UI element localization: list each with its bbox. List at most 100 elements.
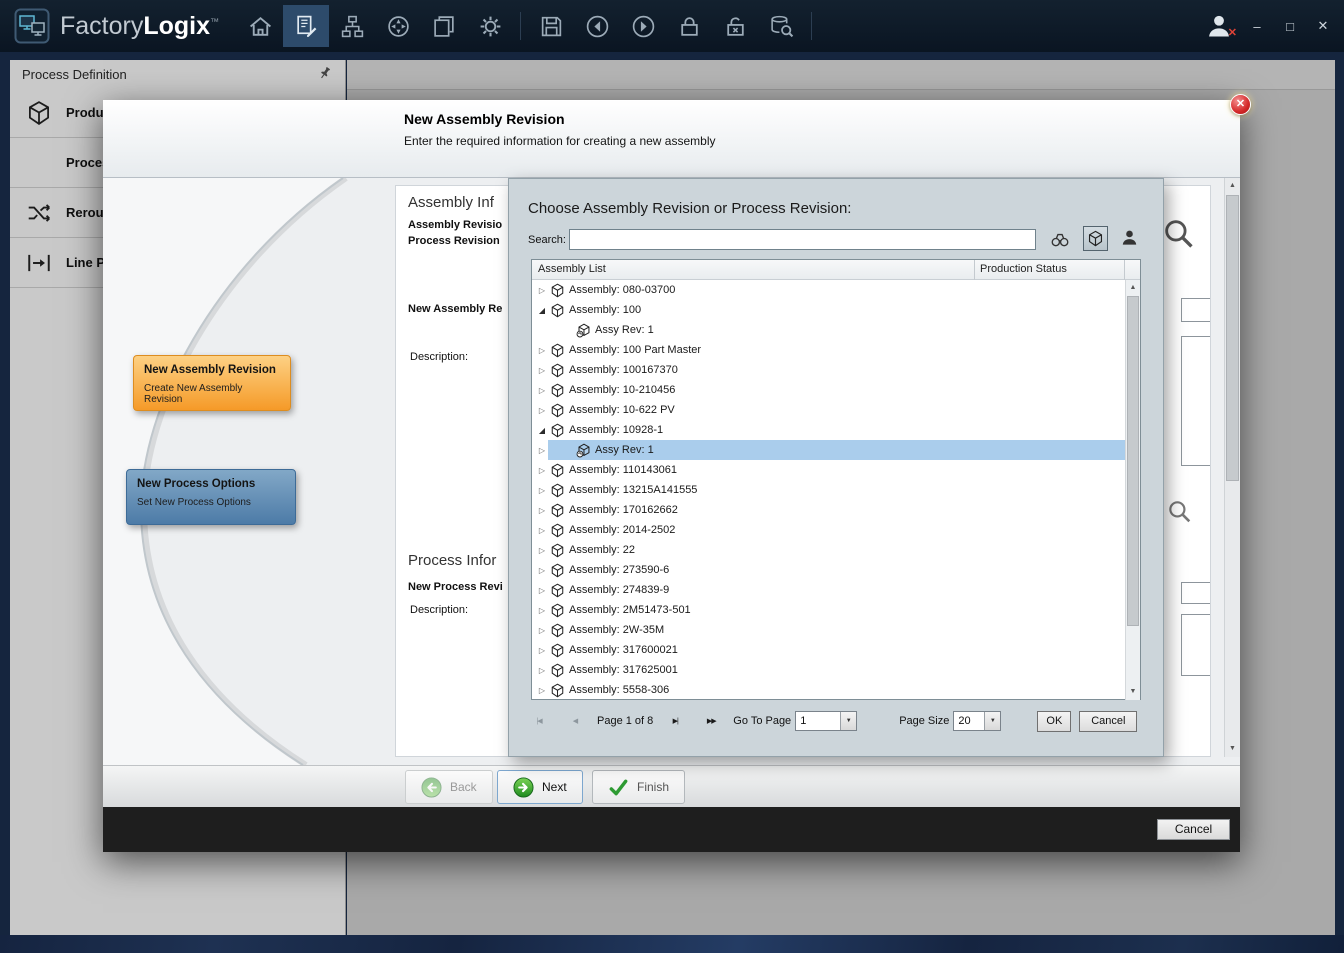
search-input[interactable] [569,229,1036,250]
tree-row[interactable]: ▷Assembly: 274839-9 [532,580,1125,600]
expander-icon[interactable]: ▷ [536,646,548,655]
unlock-icon[interactable] [712,5,758,47]
process-search-icon[interactable] [1166,498,1192,524]
tree-row[interactable]: ◢Assembly: 10928-1 [532,420,1125,440]
close-window-button[interactable]: ✕ [1314,18,1332,34]
ok-button[interactable]: OK [1037,711,1071,732]
column-assembly-list[interactable]: Assembly List [538,263,606,275]
back-button[interactable]: Back [405,770,493,804]
expander-icon[interactable]: ▷ [536,686,548,695]
settings-gear-icon[interactable] [467,5,513,47]
finish-button[interactable]: Finish [592,770,685,804]
tree-row[interactable]: ▷Assembly: 100167370 [532,360,1125,380]
first-page-button[interactable]: |◀ [530,713,548,730]
minimize-button[interactable]: – [1248,19,1266,34]
tree-row[interactable]: ◢Assembly: 100 [532,300,1125,320]
scrollbar-thumb[interactable] [1226,195,1239,481]
tree-row[interactable]: ▷Assembly: 2W-35M [532,620,1125,640]
navigator-icon[interactable] [375,5,421,47]
tree-row[interactable]: ▷Assembly: 5558-306 [532,680,1125,700]
scroll-down-icon[interactable]: ▼ [1225,741,1240,757]
documents-icon[interactable] [421,5,467,47]
expander-icon[interactable]: ▷ [536,466,548,475]
page-size-dropdown[interactable]: 20▼ [953,711,1001,731]
expander-icon[interactable]: ▷ [536,486,548,495]
tree-row[interactable]: ▷Assy Rev: 1 [532,320,1125,340]
database-search-icon[interactable] [758,5,804,47]
user-filter-icon[interactable] [1120,228,1139,247]
templates-icon[interactable] [329,5,375,47]
tree-row-label: Assembly: 317625001 [569,664,678,676]
tree-row[interactable]: ▷Assembly: 13215A141555 [532,480,1125,500]
column-production-status[interactable]: Production Status [980,263,1067,275]
expander-icon[interactable]: ◢ [536,306,548,315]
tree-row[interactable]: ▷Assembly: 100 Part Master [532,340,1125,360]
pin-icon[interactable] [314,62,336,84]
scroll-up-icon[interactable]: ▲ [1225,178,1240,194]
tree-row[interactable]: ▷Assembly: 110143061 [532,460,1125,480]
assembly-filter-toggle[interactable] [1083,226,1108,251]
home-icon[interactable] [237,5,283,47]
scroll-up-icon[interactable]: ▲ [1126,280,1140,296]
scrollbar-thumb[interactable] [1127,296,1139,626]
expander-icon[interactable]: ▷ [536,286,548,295]
expander-icon[interactable]: ▷ [536,366,548,375]
close-dialog-icon[interactable]: ✕ [1230,94,1251,115]
logout-user-icon[interactable]: ✕ [1205,12,1233,40]
expander-icon[interactable]: ▷ [536,386,548,395]
tree-row[interactable]: ▷Assembly: 273590-6 [532,560,1125,580]
previous-page-button[interactable]: ◀ [566,713,584,730]
new-process-revision-input[interactable] [1181,582,1211,604]
cancel-button[interactable]: Cancel [1157,819,1230,840]
column-divider[interactable] [974,260,975,280]
section-assembly-information: Assembly Inf [408,194,494,211]
tree-row[interactable]: ▷Assembly: 170162662 [532,500,1125,520]
tree-row[interactable]: ▷Assembly: 2014-2502 [532,520,1125,540]
expander-icon[interactable]: ▷ [536,566,548,575]
reroute-icon [26,200,52,226]
chooser-cancel-button[interactable]: Cancel [1079,711,1137,732]
maximize-button[interactable]: □ [1281,19,1299,34]
process-definition-icon[interactable] [283,5,329,47]
column-divider[interactable] [1124,260,1125,280]
forward-icon[interactable] [620,5,666,47]
expander-icon[interactable]: ▷ [536,346,548,355]
expander-icon[interactable]: ▷ [536,506,548,515]
assembly-revision-icon [576,323,591,338]
lock-icon[interactable] [666,5,712,47]
assembly-icon [550,583,565,598]
find-binoculars-icon[interactable] [1050,230,1070,250]
assembly-search-icon[interactable] [1161,216,1195,250]
expander-icon[interactable]: ◢ [536,426,548,435]
chevron-down-icon[interactable]: ▼ [984,712,1000,730]
last-page-button[interactable]: ▶▶ [702,713,720,730]
scroll-down-icon[interactable]: ▼ [1126,684,1140,700]
description-textarea[interactable] [1181,336,1211,466]
expander-icon[interactable]: ▷ [536,446,548,455]
expander-icon[interactable]: ▷ [536,626,548,635]
description2-textarea[interactable] [1181,614,1211,676]
list-scrollbar[interactable]: ▲ ▼ [1125,280,1140,700]
goto-page-dropdown[interactable]: 1▼ [795,711,857,731]
tree-row[interactable]: ▷Assembly: 10-622 PV [532,400,1125,420]
expander-icon[interactable]: ▷ [536,666,548,675]
expander-icon[interactable]: ▷ [536,546,548,555]
expander-icon[interactable]: ▷ [536,526,548,535]
new-assembly-revision-input[interactable] [1181,298,1211,322]
expander-icon[interactable]: ▷ [536,586,548,595]
next-page-button[interactable]: ▶| [666,713,684,730]
chevron-down-icon[interactable]: ▼ [840,712,856,730]
tree-row-selected[interactable]: ▷Assy Rev: 1 [532,440,1125,460]
dialog-scrollbar[interactable]: ▲ ▼ [1224,178,1240,757]
save-icon[interactable] [528,5,574,47]
tree-row[interactable]: ▷Assembly: 317600021 [532,640,1125,660]
tree-row[interactable]: ▷Assembly: 2M51473-501 [532,600,1125,620]
tree-row[interactable]: ▷ Assembly: 317625001 [532,660,1125,680]
tree-row[interactable]: ▷Assembly: 22 [532,540,1125,560]
expander-icon[interactable]: ▷ [536,606,548,615]
next-button[interactable]: Next [497,770,583,804]
tree-row[interactable]: ▷Assembly: 10-210456 [532,380,1125,400]
expander-icon[interactable]: ▷ [536,406,548,415]
back-icon[interactable] [574,5,620,47]
tree-row[interactable]: ▷Assembly: 080-03700 [532,280,1125,300]
